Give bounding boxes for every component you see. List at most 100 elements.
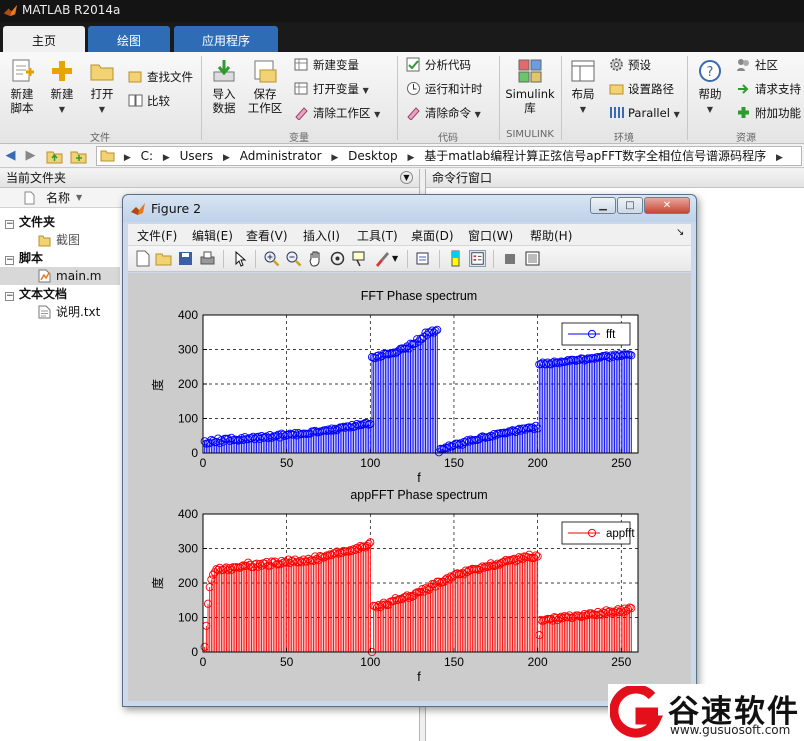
- community-label: 社区: [755, 58, 778, 72]
- y-tick-label: 100: [178, 412, 198, 426]
- tree-item-readme-txt[interactable]: 说明.txt: [0, 303, 120, 321]
- open-variable-button[interactable]: 打开变量 ▼: [294, 80, 369, 98]
- menu-tools[interactable]: 工具(T): [357, 227, 398, 244]
- ribbon-toolbar: 新建 脚本 新建 ▼ 打开 ▼ 查找文件 比较 文件 导入 数据 保存 工作区 新建…: [0, 52, 804, 144]
- tree-group-text-docs[interactable]: − 文本文档: [0, 285, 120, 303]
- tree-group-folders[interactable]: − 文件夹: [0, 213, 120, 231]
- menu-dock-icon[interactable]: ↘: [676, 227, 684, 238]
- link-plot-icon[interactable]: [415, 250, 432, 267]
- collapse-icon[interactable]: −: [5, 292, 14, 301]
- path-segment[interactable]: Users: [177, 147, 217, 165]
- brush-icon[interactable]: [373, 250, 390, 267]
- forward-arrow-icon[interactable]: ▶: [22, 148, 39, 164]
- figure-canvas[interactable]: FFT Phase spectrum 度 f fft 0 50 100 150 200 25…: [128, 273, 691, 701]
- browse-folder-icon[interactable]: [70, 148, 87, 164]
- help-icon: ?: [699, 60, 721, 82]
- maximize-button[interactable]: □: [617, 197, 643, 214]
- help-button[interactable]: ? 帮助 ▼: [692, 58, 728, 117]
- matlab-logo-icon: [3, 4, 18, 17]
- x-tick-label: 100: [360, 456, 380, 470]
- menu-help[interactable]: 帮助(H): [530, 227, 572, 244]
- path-segment[interactable]: Administrator: [237, 147, 325, 165]
- pan-hand-icon[interactable]: [307, 250, 324, 267]
- zoom-out-icon[interactable]: [285, 250, 302, 267]
- compare-button[interactable]: 比较: [128, 92, 170, 110]
- y-tick-label: 400: [178, 308, 198, 322]
- path-segment[interactable]: 基于matlab编程计算正弦信号apFFT数字全相位信号谱源码程序: [421, 147, 769, 165]
- up-folder-icon[interactable]: [46, 148, 63, 164]
- menu-window[interactable]: 窗口(W): [468, 227, 513, 244]
- analyze-code-button[interactable]: 分析代码: [406, 56, 471, 74]
- plot-area[interactable]: FFT Phase spectrum 度 f fft 0 50 100 150 200 25…: [128, 273, 691, 701]
- menu-desktop[interactable]: 桌面(D): [411, 227, 454, 244]
- layout-button[interactable]: 布局 ▼: [566, 58, 600, 117]
- new-figure-icon[interactable]: [134, 250, 151, 267]
- new-variable-button[interactable]: 新建变量: [294, 56, 359, 74]
- rotate-3d-icon[interactable]: [329, 250, 346, 267]
- save-icon[interactable]: [177, 250, 194, 267]
- add-ons-button[interactable]: 附加功能: [736, 104, 801, 122]
- select-arrow-icon[interactable]: [232, 250, 249, 267]
- figure-window[interactable]: Figure 2 ▁ □ ✕ 文件(F) 编辑(E) 查看(V) 插入(I) 工…: [122, 194, 697, 707]
- open-file-icon[interactable]: [155, 250, 172, 267]
- simulink-library-button[interactable]: Simulink 库: [505, 58, 555, 115]
- path-segment[interactable]: Desktop: [345, 147, 401, 165]
- zoom-in-icon[interactable]: [263, 250, 280, 267]
- hide-plot-tools-icon[interactable]: [502, 250, 519, 267]
- data-cursor-icon[interactable]: [351, 250, 368, 267]
- current-folder-title: 当前文件夹: [6, 171, 67, 185]
- new-variable-icon: [294, 58, 308, 71]
- community-button[interactable]: 社区: [736, 56, 778, 74]
- tab-apps[interactable]: 应用程序: [174, 26, 278, 52]
- close-button[interactable]: ✕: [644, 197, 690, 214]
- tab-plots[interactable]: 绘图: [88, 26, 170, 52]
- open-dropdown-icon: ▼: [98, 105, 106, 114]
- collapse-icon[interactable]: −: [5, 220, 14, 229]
- tab-home[interactable]: 主页: [3, 26, 85, 52]
- new-button[interactable]: 新建 ▼: [44, 58, 80, 117]
- menu-insert[interactable]: 插入(I): [303, 227, 340, 244]
- menu-edit[interactable]: 编辑(E): [192, 227, 233, 244]
- help-label: 帮助: [698, 87, 722, 101]
- menu-file[interactable]: 文件(F): [137, 227, 177, 244]
- panel-menu-icon[interactable]: ▼: [400, 171, 413, 184]
- import-data-button[interactable]: 导入 数据: [206, 58, 242, 115]
- print-icon[interactable]: [199, 250, 216, 267]
- compare-label: 比较: [147, 94, 170, 108]
- figure-title-bar[interactable]: Figure 2 ▁ □ ✕: [123, 195, 696, 222]
- request-support-label: 请求支持: [755, 82, 801, 96]
- y-tick-label: 0: [191, 645, 198, 659]
- minimize-button[interactable]: ▁: [590, 197, 616, 214]
- clear-commands-button[interactable]: 清除命令 ▼: [406, 104, 481, 122]
- save-workspace-button[interactable]: 保存 工作区: [246, 58, 284, 115]
- clear-workspace-button[interactable]: 清除工作区 ▼: [294, 104, 380, 122]
- show-plot-tools-icon[interactable]: [524, 250, 541, 267]
- x-axis-label: f: [417, 471, 421, 485]
- find-files-button[interactable]: 查找文件: [128, 68, 193, 86]
- back-arrow-icon[interactable]: ◀: [2, 148, 19, 164]
- preferences-button[interactable]: 预设: [609, 56, 651, 74]
- save-workspace-label: 保存 工作区: [247, 87, 283, 115]
- clear-commands-label: 清除命令: [425, 106, 471, 120]
- colorbar-icon[interactable]: [447, 250, 464, 267]
- layout-icon: [571, 60, 595, 82]
- path-field[interactable]: ▶ C: ▶ Users ▶ Administrator ▶ Desktop ▶…: [96, 146, 802, 166]
- tree-group-label: 脚本: [19, 251, 44, 265]
- set-path-button[interactable]: 设置路径: [609, 80, 674, 98]
- collapse-icon[interactable]: −: [5, 256, 14, 265]
- run-and-time-button[interactable]: 运行和计时: [406, 80, 483, 98]
- x-tick-label: 0: [200, 655, 207, 669]
- tree-item-screenshots[interactable]: 截图: [0, 231, 120, 249]
- tree-item-main-m[interactable]: main.m: [0, 267, 120, 285]
- request-support-button[interactable]: 请求支持: [736, 80, 801, 98]
- open-button[interactable]: 打开 ▼: [84, 58, 120, 117]
- x-tick-label: 150: [444, 655, 464, 669]
- menu-view[interactable]: 查看(V): [246, 227, 288, 244]
- tree-group-scripts[interactable]: − 脚本: [0, 249, 120, 267]
- new-script-button[interactable]: 新建 脚本: [4, 58, 40, 115]
- path-segment[interactable]: C:: [138, 147, 156, 165]
- tree-group-label: 文件夹: [19, 215, 56, 229]
- brush-dropdown-icon[interactable]: ▼: [392, 254, 398, 263]
- parallel-button[interactable]: Parallel ▼: [609, 104, 680, 122]
- legend-icon[interactable]: [469, 250, 486, 267]
